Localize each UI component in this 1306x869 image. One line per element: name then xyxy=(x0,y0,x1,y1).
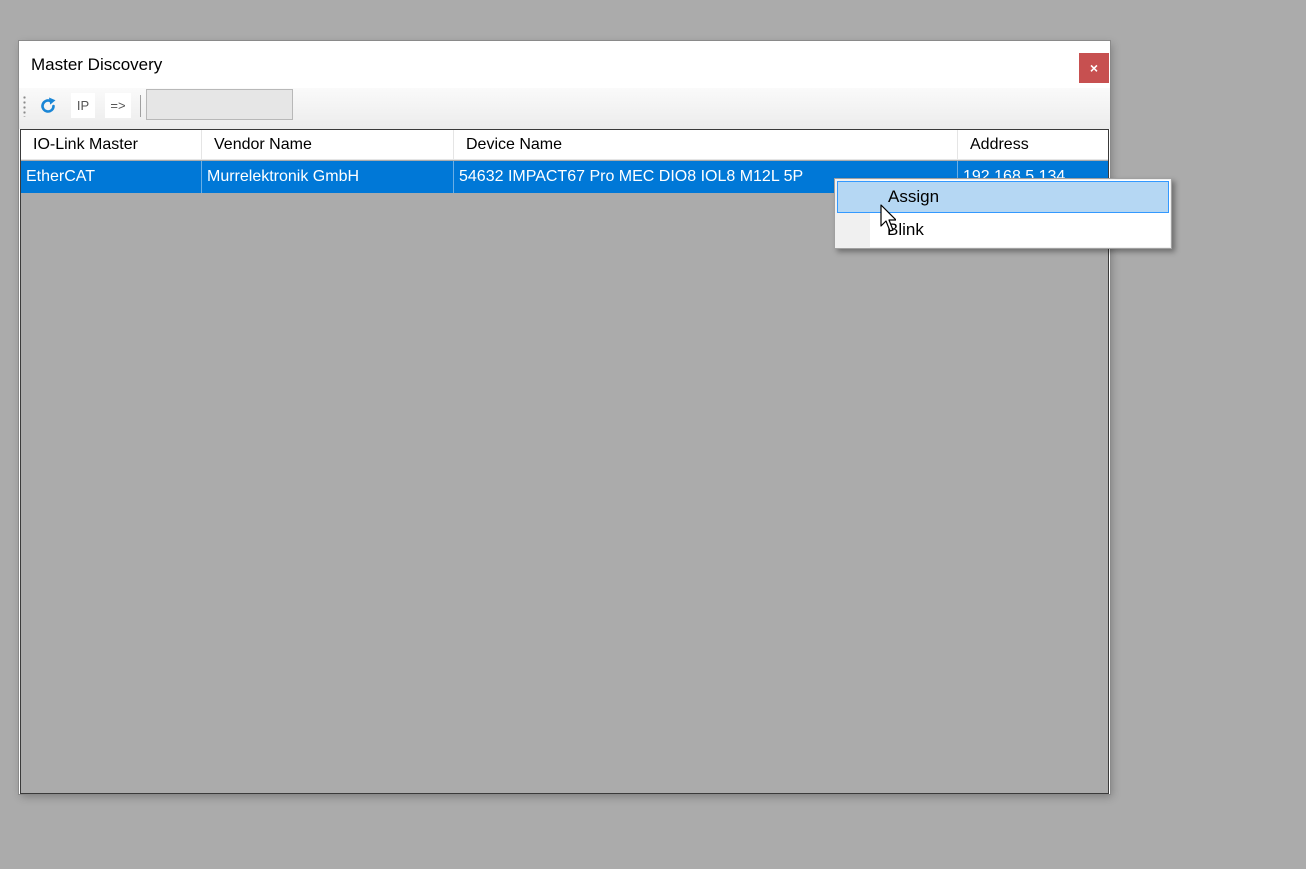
close-icon: × xyxy=(1089,60,1099,76)
title-bar[interactable]: Master Discovery × xyxy=(19,41,1110,89)
toolbar-separator xyxy=(140,95,141,117)
column-header-device-name[interactable]: Device Name xyxy=(454,130,958,160)
cell-vendor-name: Murrelektronik GmbH xyxy=(202,161,454,193)
window-title: Master Discovery xyxy=(31,55,163,74)
close-button[interactable]: × xyxy=(1079,53,1109,83)
mouse-cursor-icon xyxy=(880,204,896,232)
toolbar-grip[interactable] xyxy=(23,95,26,117)
refresh-icon xyxy=(41,97,56,113)
column-header-io-link-master[interactable]: IO-Link Master xyxy=(21,130,202,160)
column-header-address[interactable]: Address xyxy=(958,130,1108,160)
forward-button-label: => xyxy=(110,98,126,113)
refresh-button[interactable] xyxy=(35,93,61,118)
toolbar-text-input[interactable] xyxy=(146,89,293,120)
toolbar: IP => xyxy=(19,88,1110,129)
forward-button[interactable]: => xyxy=(105,93,131,118)
column-header-vendor-name[interactable]: Vendor Name xyxy=(202,130,454,160)
cell-io-link-master: EtherCAT xyxy=(21,161,202,193)
master-discovery-window: Master Discovery × IP => IO-Link Master … xyxy=(19,41,1110,794)
ip-button[interactable]: IP xyxy=(71,93,95,118)
ip-button-label: IP xyxy=(76,98,90,113)
list-header: IO-Link Master Vendor Name Device Name A… xyxy=(21,130,1108,160)
